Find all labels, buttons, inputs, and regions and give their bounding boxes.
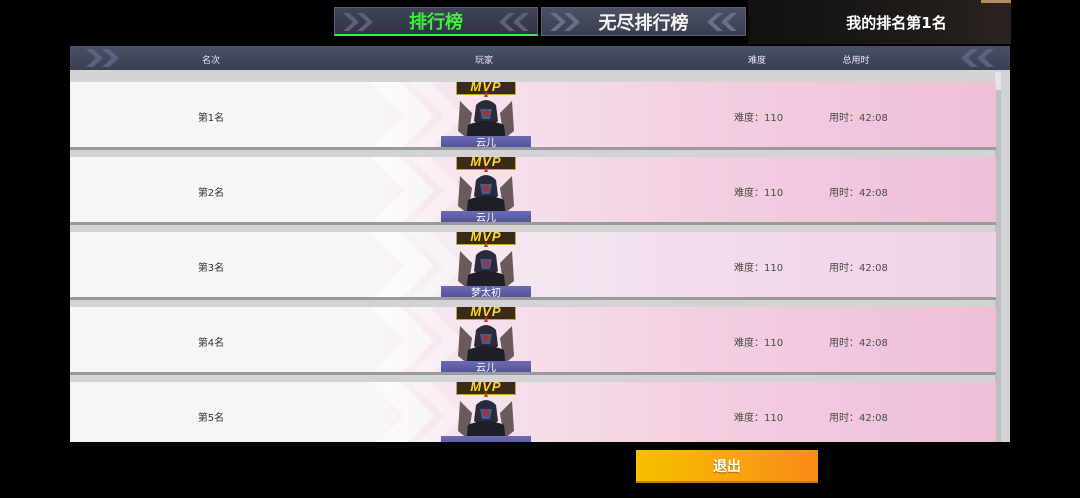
- table-header: 名次 玩家 难度 总用时: [70, 46, 1010, 70]
- player-avatar[interactable]: MVP: [441, 382, 531, 442]
- tab-leaderboard-label: 排行榜: [409, 12, 463, 33]
- chevron-left-icon: [961, 49, 994, 67]
- header-rank: 名次: [201, 56, 221, 66]
- chevron-right-icon: [86, 49, 119, 67]
- character-avatar-icon: [458, 391, 514, 442]
- tab-endless-leaderboard-label: 无尽排行榜: [598, 12, 689, 34]
- time-value: 用时：42:08: [829, 188, 888, 199]
- player-avatar[interactable]: MVP 云儿: [441, 307, 531, 372]
- player-avatar[interactable]: MVP 梦太初: [441, 232, 531, 297]
- difficulty-value: 难度：110: [734, 263, 784, 274]
- header-total-time: 总用时: [842, 56, 870, 66]
- time-value: 用时：42:08: [829, 113, 888, 124]
- player-name: 梦太初: [441, 286, 531, 297]
- chevron-right-icon: [343, 13, 373, 31]
- header-player: 玩家: [474, 56, 494, 66]
- my-rank-text: 我的排名第1名: [846, 13, 947, 32]
- rank-label: 第3名: [197, 263, 225, 274]
- rank-label: 第4名: [197, 338, 225, 349]
- table-row[interactable]: 第4名 MVP 云儿 难度：110 用时：42:08: [70, 307, 996, 375]
- exit-button[interactable]: 退出: [636, 450, 818, 483]
- exit-button-label: 退出: [713, 458, 741, 475]
- difficulty-value: 难度：110: [734, 338, 784, 349]
- time-value: 用时：42:08: [829, 263, 888, 274]
- difficulty-value: 难度：110: [734, 113, 784, 124]
- rank-label: 第1名: [197, 113, 225, 124]
- table-row[interactable]: 第3名 MVP 梦太初 难度：110 用时：42:08: [70, 232, 996, 300]
- my-rank-label: 我的排名第1名: [748, 0, 1011, 44]
- rank-label: 第2名: [197, 188, 225, 199]
- chevron-right-icon: [550, 13, 580, 31]
- player-avatar[interactable]: MVP 云儿: [441, 82, 531, 147]
- player-avatar[interactable]: MVP 云儿: [441, 157, 531, 222]
- chevron-left-icon: [499, 13, 529, 31]
- chevron-left-icon: [707, 13, 737, 31]
- leaderboard-panel: 名次 玩家 难度 总用时 第1名 MVP 云儿 难度：110 用时：42:08 …: [70, 46, 1010, 442]
- player-name: 云儿: [441, 136, 531, 147]
- difficulty-value: 难度：110: [734, 188, 784, 199]
- player-name: [441, 436, 531, 442]
- difficulty-value: 难度：110: [734, 413, 784, 424]
- header-difficulty: 难度: [747, 56, 767, 66]
- rank-label: 第5名: [197, 413, 225, 424]
- time-value: 用时：42:08: [829, 413, 888, 424]
- tab-endless-leaderboard[interactable]: 无尽排行榜: [541, 7, 746, 36]
- player-name: 云儿: [441, 361, 531, 372]
- table-row[interactable]: 第1名 MVP 云儿 难度：110 用时：42:08: [70, 82, 996, 150]
- tab-leaderboard[interactable]: 排行榜: [334, 7, 538, 36]
- time-value: 用时：42:08: [829, 338, 888, 349]
- table-row[interactable]: 第2名 MVP 云儿 难度：110 用时：42:08: [70, 157, 996, 225]
- player-name: 云儿: [441, 211, 531, 222]
- table-row[interactable]: 第5名 MVP 难度：110 用时：42:08: [70, 382, 996, 442]
